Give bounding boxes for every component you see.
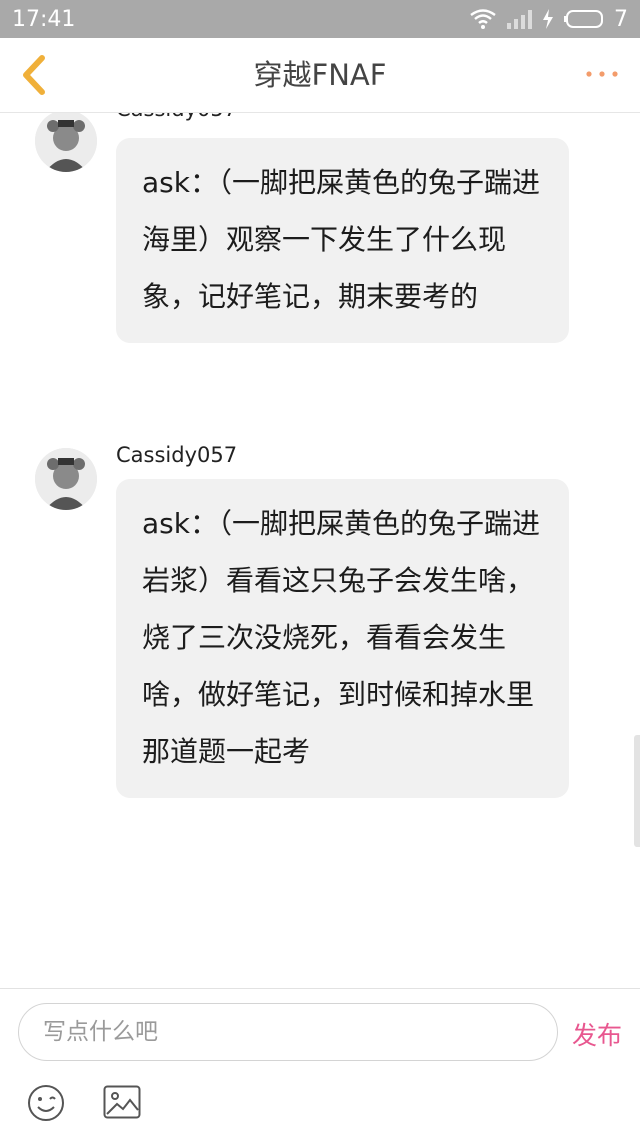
page-title: 穿越FNAF: [253, 58, 387, 92]
wifi-icon: [470, 9, 496, 29]
signal-icon: [507, 10, 532, 29]
battery-level: 7: [614, 6, 628, 32]
status-bar: 17:41 7: [0, 0, 640, 38]
message-username: Cassidy057: [116, 443, 238, 467]
avatar[interactable]: [35, 113, 97, 172]
scrollbar[interactable]: [634, 735, 640, 847]
message-username: Cassidy057: [116, 113, 237, 121]
avatar[interactable]: [35, 448, 97, 510]
battery-icon: [564, 10, 603, 28]
charging-icon: [543, 9, 553, 29]
emoji-button[interactable]: [27, 1084, 65, 1122]
smiley-icon: [28, 1085, 64, 1121]
more-dots-icon: [586, 71, 618, 77]
send-button[interactable]: 发布: [572, 1016, 622, 1052]
message-list[interactable]: Cassidy057 ask：（一脚把屎黄色的兔子踹进海里）观察一下发生了什么现…: [0, 113, 640, 988]
image-icon: [103, 1085, 141, 1119]
more-button[interactable]: [582, 62, 622, 86]
message-bubble: ask：（一脚把屎黄色的兔子踹进海里）观察一下发生了什么现象，记好笔记，期末要考…: [116, 138, 569, 343]
image-button[interactable]: [103, 1085, 141, 1119]
status-time: 17:41: [12, 6, 76, 32]
header-bar: 穿越FNAF: [0, 38, 640, 113]
message-bubble: ask：（一脚把屎黄色的兔子踹进岩浆）看看这只兔子会发生啥，烧了三次没烧死，看看…: [116, 479, 569, 798]
status-icons: 7: [470, 7, 628, 32]
composer-bar: 发布: [0, 988, 640, 1139]
message-input[interactable]: [18, 1003, 558, 1061]
